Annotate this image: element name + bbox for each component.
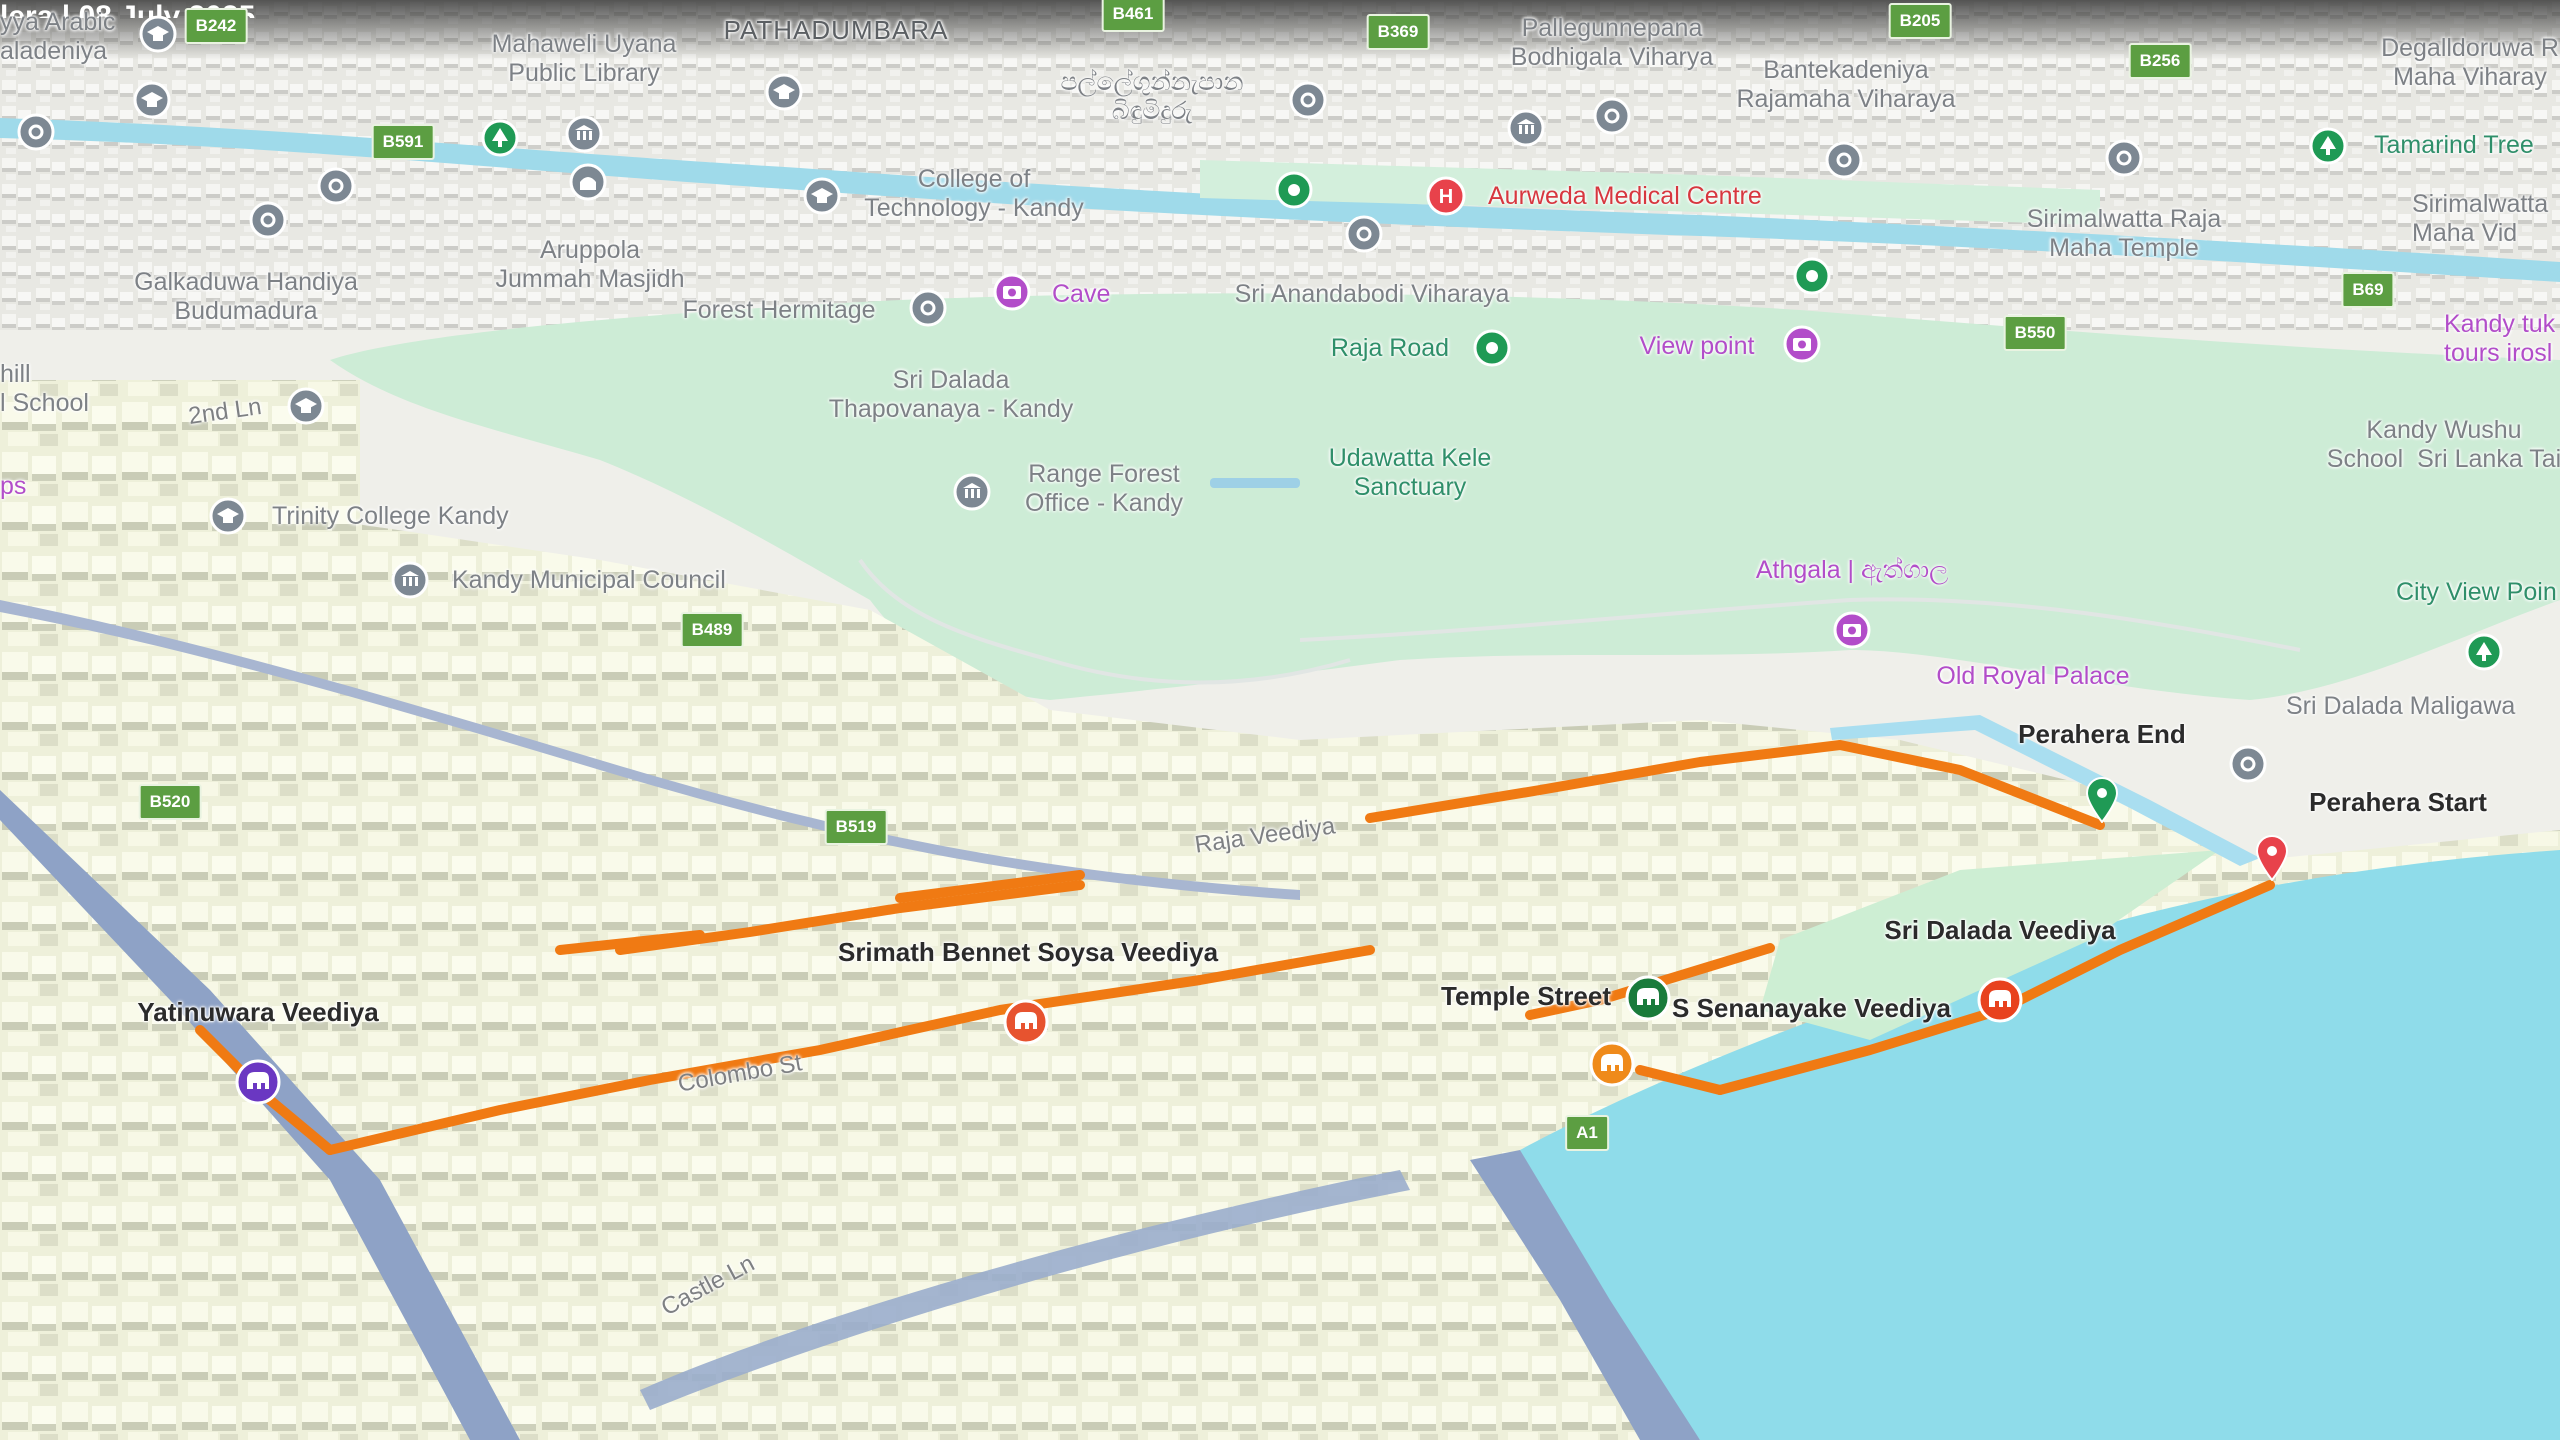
- landmark-icon[interactable]: [1793, 257, 1831, 295]
- label-sri-anandabodi-viharaya[interactable]: Sri Anandabodi Viharaya: [1235, 280, 1510, 309]
- label-old-royal-palace[interactable]: Old Royal Palace: [1936, 662, 2129, 691]
- road-shield-b69: B69: [2341, 272, 2395, 308]
- label-view-point[interactable]: View point: [1640, 332, 1755, 361]
- school-icon[interactable]: [209, 497, 247, 535]
- label-galkaduwa-handiya[interactable]: Galkaduwa Handiya Budumadura: [134, 268, 358, 326]
- road-shield-a1: A1: [1565, 1115, 1609, 1151]
- landmark-icon[interactable]: [1473, 329, 1511, 367]
- tree-icon[interactable]: [481, 119, 519, 157]
- label-mahaweli-uyana-library[interactable]: Mahaweli Uyana Public Library: [492, 30, 677, 88]
- school-icon[interactable]: [765, 73, 803, 111]
- label-college-of-technology[interactable]: College of Technology - Kandy: [864, 165, 1084, 223]
- label-school-fragment[interactable]: hill l School: [0, 360, 89, 418]
- label-bantekadeniya-viharaya[interactable]: Bantekadeniya Rajamaha Viharaya: [1736, 56, 1955, 114]
- label-srimath-bennet-soysa-veediya[interactable]: Srimath Bennet Soysa Veediya: [838, 937, 1218, 968]
- label-range-forest-office[interactable]: Range Forest Office - Kandy: [1025, 460, 1183, 518]
- label-yatinuwara-veediya[interactable]: Yatinuwara Veediya: [137, 997, 378, 1028]
- landmark-icon[interactable]: [1275, 171, 1313, 209]
- road-shield-b369: B369: [1366, 14, 1430, 50]
- label-sri-dalada-thapovanaya[interactable]: Sri Dalada Thapovanaya - Kandy: [829, 366, 1074, 424]
- road-shield-b520: B520: [138, 784, 202, 820]
- label-aurweda-medical-centre[interactable]: Aurweda Medical Centre: [1488, 182, 1762, 211]
- label-kandy-municipal-council[interactable]: Kandy Municipal Council: [452, 566, 726, 595]
- road-shield-b256: B256: [2128, 43, 2192, 79]
- temple-icon[interactable]: [909, 289, 947, 327]
- label-forest-hermitage[interactable]: Forest Hermitage: [682, 296, 875, 325]
- government-icon[interactable]: [1507, 109, 1545, 147]
- elephant-icon[interactable]: [235, 1059, 281, 1105]
- road-shield-b242: B242: [184, 8, 248, 44]
- label-ps-fragment[interactable]: ps: [0, 472, 26, 501]
- label-raja-road[interactable]: Raja Road: [1331, 334, 1449, 363]
- government-icon[interactable]: [391, 561, 429, 599]
- temple-icon[interactable]: [1345, 215, 1383, 253]
- tree-icon[interactable]: [2465, 633, 2503, 671]
- label-arabic-school-fragment[interactable]: yya Arabic aladeniya: [0, 8, 115, 66]
- label-d-s-senanayake-veediya[interactable]: D S Senanayake Veediya: [1646, 993, 1951, 1024]
- label-sirimalwatta-maha-vid[interactable]: Sirimalwatta Maha Vid: [2412, 190, 2548, 248]
- label-tamarind-tree[interactable]: Tamarind Tree: [2374, 131, 2534, 160]
- road-shield-b461: B461: [1101, 0, 1165, 32]
- mosque-icon[interactable]: [569, 163, 607, 201]
- elephant-icon[interactable]: [1003, 999, 1049, 1045]
- temple-icon[interactable]: [2229, 745, 2267, 783]
- label-castle-ln: Castle Ln: [656, 1249, 759, 1322]
- temple-icon[interactable]: [1593, 97, 1631, 135]
- school-icon[interactable]: [803, 177, 841, 215]
- elephant-icon[interactable]: [1977, 977, 2023, 1023]
- label-sri-dalada-maligawa[interactable]: Sri Dalada Maligawa: [2286, 692, 2515, 721]
- temple-icon[interactable]: [17, 113, 55, 151]
- label-athgala[interactable]: Athgala | ඇත්ගාල: [1756, 556, 1948, 585]
- temple-icon[interactable]: [1289, 81, 1327, 119]
- svg-text:H: H: [1439, 186, 1453, 208]
- label-trinity-college-kandy[interactable]: Trinity College Kandy: [272, 502, 509, 531]
- label-pallegunnepana-sinhala[interactable]: පල්ලේගුන්නැපාන බිඳුමිදුරු: [1060, 68, 1243, 126]
- road-shield-b489: B489: [680, 612, 744, 648]
- label-kandy-wushu-school[interactable]: Kandy Wushu School Sri Lanka Tai: [2327, 416, 2560, 474]
- label-perahera-start[interactable]: Perahera Start: [2309, 787, 2487, 818]
- temple-icon[interactable]: [249, 201, 287, 239]
- road-shield-b519: B519: [824, 809, 888, 845]
- label-temple-street[interactable]: Temple Street: [1441, 981, 1611, 1012]
- perahera-start-pin-icon[interactable]: [2255, 835, 2289, 881]
- temple-icon[interactable]: [1825, 141, 1863, 179]
- temple-icon[interactable]: [317, 167, 355, 205]
- tree-icon[interactable]: [2309, 127, 2347, 165]
- school-icon[interactable]: [139, 15, 177, 53]
- label-sirimalwatta-raja-maha-temple[interactable]: Sirimalwatta Raja Maha Temple: [2027, 205, 2222, 263]
- label-pallegunnepana-bodhigala[interactable]: Pallegunnepana Bodhigala Viharya: [1511, 14, 1713, 72]
- school-icon[interactable]: [287, 387, 325, 425]
- camera-icon[interactable]: [993, 273, 1031, 311]
- perahera-end-pin-icon[interactable]: [2085, 777, 2119, 823]
- labels-layer: B242 B461 B369 B205 B256 B591 B69 B550 B…: [0, 0, 2560, 1440]
- label-aruppola-jummah-masjidh[interactable]: Aruppola Jummah Masjidh: [496, 236, 685, 294]
- label-sri-dalada-veediya[interactable]: Sri Dalada Veediya: [1884, 915, 2115, 946]
- label-udawatta-kele-sanctuary[interactable]: Udawatta Kele Sanctuary: [1329, 444, 1492, 502]
- government-icon[interactable]: [953, 473, 991, 511]
- label-degalldoruwa[interactable]: Degalldoruwa R Maha Viharay: [2381, 34, 2559, 92]
- label-cave[interactable]: Cave: [1052, 280, 1110, 309]
- label-city-view-point[interactable]: City View Poin: [2396, 578, 2557, 607]
- label-colombo-st: Colombo St: [675, 1049, 805, 1098]
- elephant-icon[interactable]: [1589, 1041, 1635, 1087]
- label-kandy-tuk-tours[interactable]: Kandy tuk tours irosl: [2444, 310, 2555, 368]
- road-shield-b550: B550: [2003, 315, 2067, 351]
- camera-icon[interactable]: [1783, 325, 1821, 363]
- camera-icon[interactable]: [1833, 611, 1871, 649]
- hospital-icon[interactable]: H: [1426, 176, 1466, 216]
- school-icon[interactable]: [133, 81, 171, 119]
- government-icon[interactable]: [565, 115, 603, 153]
- label-perahera-end[interactable]: Perahera End: [2018, 719, 2186, 750]
- label-pathadumbara: PATHADUMBARA: [723, 15, 949, 45]
- elephant-icon[interactable]: [1625, 975, 1671, 1021]
- road-shield-b205: B205: [1888, 3, 1952, 39]
- temple-icon[interactable]: [2105, 139, 2143, 177]
- label-raja-veediya: Raja Veediya: [1193, 812, 1337, 859]
- road-shield-b591: B591: [371, 124, 435, 160]
- label-2nd-ln: 2nd Ln: [186, 393, 264, 430]
